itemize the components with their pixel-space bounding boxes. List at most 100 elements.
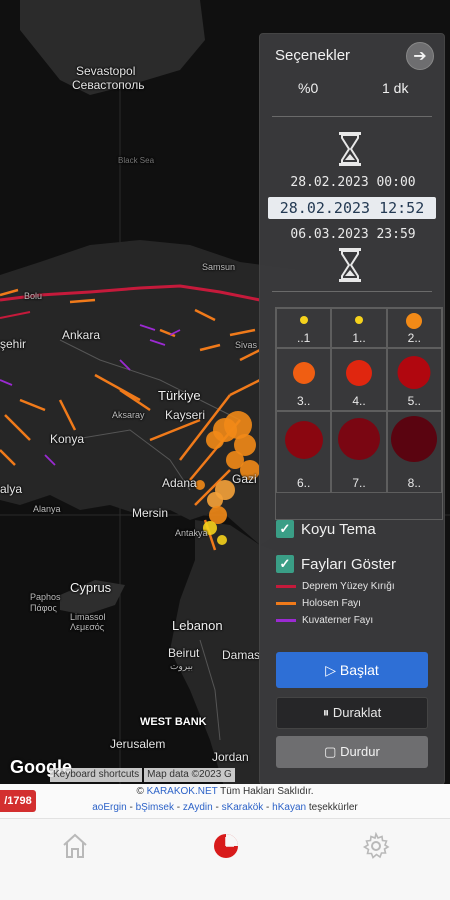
options-panel: Seçenekler ➔ %0 1 dk 28.02.2023 00:00 28…	[259, 33, 445, 785]
checkbox-checked[interactable]: ✓	[276, 520, 294, 538]
end-date[interactable]: 06.03.2023 23:59	[260, 227, 446, 242]
legend-label: Kuvaterner Fayı	[302, 615, 374, 626]
map-label-west-bank: WEST BANK	[140, 716, 207, 728]
map-label-jordan: Jordan	[212, 750, 249, 764]
map-label-aksaray: Aksaray	[112, 410, 145, 420]
magnitude-dot	[345, 360, 372, 386]
magnitude-dot	[391, 416, 438, 462]
map-label-alanya: Alanya	[33, 504, 61, 514]
dark-theme-toggle[interactable]: ✓ Koyu Tema	[276, 520, 376, 538]
legend-swatch	[276, 585, 296, 588]
stop-button[interactable]: ▢ Durdur	[276, 736, 428, 768]
count-badge: /1798	[0, 790, 36, 812]
magnitude-dot	[406, 313, 423, 329]
separator: -	[263, 802, 273, 813]
map-label-beirut-ar: بيروت	[170, 661, 194, 671]
hourglass-icon	[339, 248, 361, 282]
map-label-paphos-gr: Πάφος	[30, 603, 57, 613]
contributor-link[interactable]: hKayan	[272, 802, 306, 813]
credits-footer: © KARAKOK.NET Tüm Hakları Saklıdır. aoEr…	[0, 784, 450, 818]
legend-swatch	[276, 602, 296, 605]
map-label-sehir: şehir	[0, 337, 27, 351]
magnitude-cell: ..1	[276, 308, 332, 348]
divider	[272, 291, 432, 292]
map-label-samsun: Samsun	[202, 262, 236, 272]
divider	[272, 116, 432, 117]
magnitude-label: 3..	[297, 394, 311, 408]
copyright-line: © KARAKOK.NET Tüm Hakları Saklıdır.	[0, 786, 450, 797]
magnitude-label: 5..	[407, 394, 421, 408]
pause-button[interactable]: ⏸ Duraklat	[276, 697, 428, 729]
map-label-lebanon: Lebanon	[172, 618, 223, 633]
system-bar	[0, 870, 450, 900]
hourglass-icon	[339, 132, 361, 166]
checkbox-checked[interactable]: ✓	[276, 555, 294, 573]
magnitude-cell: 6..	[276, 411, 332, 493]
start-button[interactable]: ▷ Başlat	[276, 652, 428, 688]
legend-label: Holosen Fayı	[302, 598, 361, 609]
contributor-link[interactable]: zAydin	[183, 802, 213, 813]
map-label-antakya: Antakya	[175, 528, 208, 538]
map-label-adana: Adana	[162, 476, 197, 490]
map-label-sevastopol-cyr: Севастополь	[72, 78, 145, 92]
show-faults-toggle[interactable]: ✓ Fayları Göster	[276, 555, 396, 573]
start-date[interactable]: 28.02.2023 00:00	[260, 175, 446, 190]
separator: -	[212, 802, 222, 813]
magnitude-cell: 4..	[331, 348, 387, 411]
gear-icon	[362, 832, 390, 859]
separator: -	[126, 802, 136, 813]
thanks-line: aoErgin - bŞimsek - zAydin - sKarakök - …	[0, 802, 450, 813]
contributor-link[interactable]: bŞimsek	[136, 802, 174, 813]
contributor-link[interactable]: aoErgin	[92, 802, 126, 813]
separator: -	[173, 802, 183, 813]
duration-selector[interactable]: 1 dk	[382, 80, 408, 96]
magnitude-dot	[337, 418, 380, 460]
pie-chart-icon	[214, 834, 238, 858]
map-label-limassol: Limassol	[70, 612, 106, 622]
magnitude-dot	[292, 362, 315, 384]
legend-label: Deprem Yüzey Kırığı	[302, 581, 395, 592]
nav-timeline[interactable]	[211, 831, 241, 861]
map-label-ankara: Ankara	[62, 328, 101, 342]
map-label-beirut: Beirut	[168, 646, 200, 660]
keyboard-shortcuts-link[interactable]: Keyboard shortcuts	[50, 768, 143, 782]
nav-home[interactable]	[60, 831, 90, 861]
map-attribution: Keyboard shortcuts Map data ©2023 G	[50, 768, 235, 782]
legend-swatch	[276, 619, 296, 622]
magnitude-cell: 5..	[386, 348, 442, 411]
current-date: 28.02.2023 12:52	[268, 197, 436, 219]
magnitude-cell: 3..	[276, 348, 332, 411]
map-label-bolu: Bolu	[24, 291, 43, 301]
magnitude-dot	[397, 356, 431, 389]
map-label-paphos: Paphos	[30, 592, 61, 602]
magnitude-label: 6..	[297, 476, 311, 490]
map-label-kayseri: Kayseri	[165, 408, 206, 422]
legend-item: Kuvaterner Fayı	[276, 615, 373, 626]
map-label-sivas: Sivas	[235, 340, 258, 350]
collapse-panel-button[interactable]: ➔	[406, 42, 434, 70]
magnitude-label: 7..	[352, 476, 366, 490]
map-label-limassol-gr: Λεμεσός	[70, 622, 105, 632]
map-label-jerusalem: Jerusalem	[110, 737, 166, 751]
magnitude-dot	[284, 421, 323, 459]
map-data-attribution[interactable]: Map data ©2023 G	[144, 768, 235, 782]
map-label-mersin: Mersin	[132, 506, 169, 520]
magnitude-cell: 8..	[386, 411, 442, 493]
magnitude-dot	[299, 316, 308, 324]
arrow-right-icon: ➔	[413, 48, 427, 65]
magnitude-label: 4..	[352, 394, 366, 408]
magnitude-cell: 1..	[331, 308, 387, 348]
contributor-link[interactable]: sKarakök	[222, 802, 264, 813]
magnitude-label: ..1	[297, 331, 311, 345]
rights-text: Tüm Hakları Saklıdır.	[217, 786, 314, 797]
legend-item: Holosen Fayı	[276, 598, 361, 609]
dark-theme-label: Koyu Tema	[301, 520, 376, 538]
map-label-damas: Damas	[222, 648, 261, 662]
map-label-gazi: Gazi	[232, 472, 257, 486]
magnitude-dot	[354, 316, 363, 324]
site-link[interactable]: KARAKOK.NET	[147, 786, 218, 797]
show-faults-label: Fayları Göster	[301, 555, 397, 573]
panel-title: Seçenekler	[275, 47, 351, 64]
nav-settings[interactable]	[361, 831, 391, 861]
magnitude-legend: ..1 1.. 2.. 3.. 4.. 5.. 6.. 7.. 8..	[275, 307, 443, 520]
